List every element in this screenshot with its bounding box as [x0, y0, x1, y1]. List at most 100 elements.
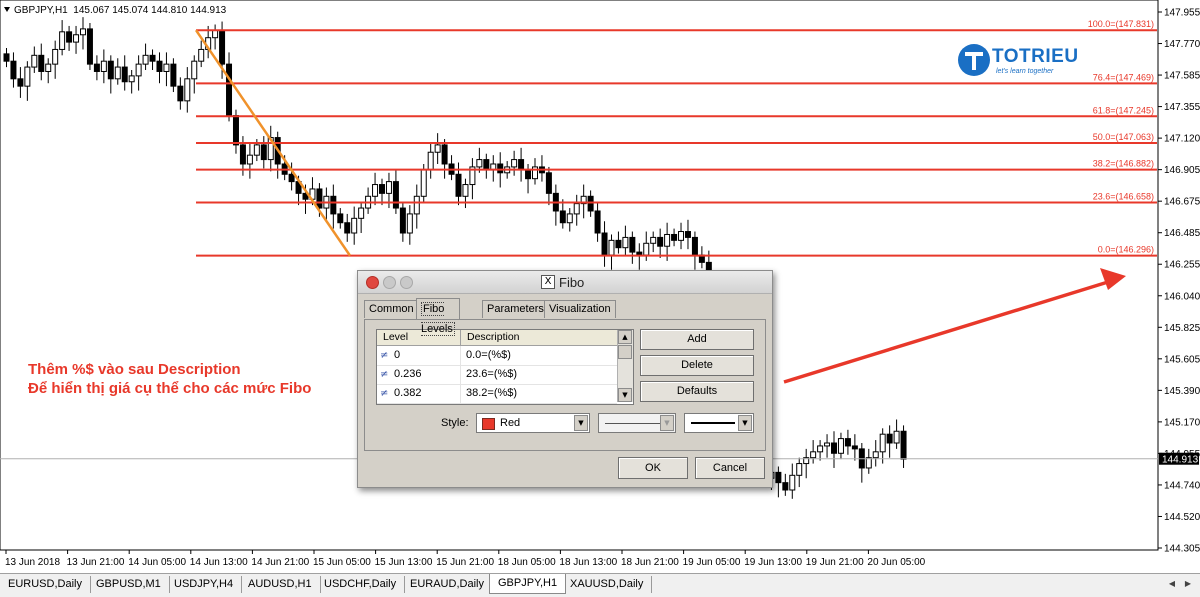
time-axis-label: 18 Jun 21:00: [621, 557, 679, 568]
maximize-window-button[interactable]: [400, 276, 413, 289]
fibo-level-label: 38.2=(146.882): [1093, 159, 1154, 169]
time-axis-label: 15 Jun 21:00: [436, 557, 494, 568]
logo-text: TOTRIEU: [992, 46, 1079, 67]
totrieu-logo: TOTRIEU let's learn together: [958, 44, 1078, 80]
scroll-down-icon[interactable]: ▼: [618, 388, 632, 402]
tab-common[interactable]: Common: [364, 300, 419, 318]
scroll-up-icon[interactable]: ▲: [618, 330, 632, 344]
fibo-level-label: 100.0=(147.831): [1088, 19, 1154, 29]
annotation-line-2: Để hiển thị giá cụ thể cho các mức Fibo: [28, 380, 312, 397]
style-label: Style:: [441, 417, 469, 429]
fibo-levels-list[interactable]: Level Description ≠ 0 0.0=(%$) ≠ 0.236 23.…: [376, 329, 634, 405]
line-width-sample: [691, 422, 735, 424]
chevron-down-icon[interactable]: ▼: [738, 415, 752, 431]
level-value: 0.236: [394, 368, 422, 380]
annotation-line-1: Thêm %$ vào sau Description: [28, 361, 241, 378]
fibo-app-icon: X: [541, 275, 555, 289]
time-axis-label: 18 Jun 05:00: [498, 557, 556, 568]
ok-button[interactable]: OK: [618, 457, 688, 479]
chart-tab-gbpjpy-h1[interactable]: GBPJPY,H1: [489, 574, 567, 594]
price-axis-label: 147.770: [1164, 39, 1200, 50]
level-description: 38.2=(%$): [466, 387, 518, 399]
price-axis-label: 145.605: [1164, 354, 1200, 365]
chart-tab-audusd-h1[interactable]: AUDUSD,H1: [240, 576, 321, 593]
price-axis-label: 144.305: [1164, 544, 1200, 555]
price-axis-label: 147.585: [1164, 71, 1200, 82]
tab-parameters[interactable]: Parameters: [482, 300, 549, 318]
chevron-down-icon[interactable]: ▼: [660, 415, 674, 431]
list-scrollbar[interactable]: ▲ ▼: [617, 330, 633, 402]
line-style-select[interactable]: ▼: [598, 413, 676, 433]
time-axis: 13 Jun 2018 13 Jun 21:00 14 Jun 05:00 14 Ju…: [5, 550, 926, 568]
chart-tab-usdjpy-h4[interactable]: USDJPY,H4: [166, 576, 243, 593]
chevron-down-icon[interactable]: ▼: [574, 415, 588, 431]
time-axis-label: 20 Jun 05:00: [867, 557, 925, 568]
fibo-level-label: 76.4=(147.469): [1093, 72, 1154, 82]
tab-fibo-levels[interactable]: Fibo Levels: [416, 298, 460, 336]
time-axis-label: 13 Jun 21:00: [67, 557, 125, 568]
column-description[interactable]: Description: [461, 330, 617, 345]
price-axis-label: 146.485: [1164, 228, 1200, 239]
chart-symbol: GBPJPY,H1: [14, 5, 68, 16]
chart-tab-usdchf-daily[interactable]: USDCHF,Daily: [316, 576, 406, 593]
level-icon: ≠: [380, 388, 389, 399]
minimize-window-button[interactable]: [383, 276, 396, 289]
logo-tagline: let's learn together: [996, 68, 1054, 75]
scroll-thumb[interactable]: [618, 345, 632, 359]
close-window-button[interactable]: [366, 276, 379, 289]
chart-tab-euraud-daily[interactable]: EURAUD,Daily: [402, 576, 493, 593]
price-axis-label: 147.120: [1164, 134, 1200, 145]
defaults-button[interactable]: Defaults: [640, 381, 754, 402]
chart-tab-xauusd-daily[interactable]: XAUUSD,Daily: [562, 576, 653, 593]
dialog-titlebar[interactable]: X Fibo: [358, 271, 772, 294]
fibo-level-label: 50.0=(147.063): [1093, 132, 1154, 142]
fibo-dialog: X Fibo Common Fibo Levels Parameters Vis…: [357, 270, 773, 488]
time-axis-label: 13 Jun 2018: [5, 557, 60, 568]
level-icon: ≠: [380, 369, 389, 380]
delete-button[interactable]: Delete: [640, 355, 754, 376]
level-value: 0.382: [394, 387, 422, 399]
style-color-name: Red: [500, 417, 521, 429]
price-axis-label: 146.675: [1164, 197, 1200, 208]
price-axis-label: 145.170: [1164, 417, 1200, 428]
logo-t-icon: [958, 44, 990, 76]
chart-tabs-bar: EURUSD,Daily GBPUSD,M1 USDJPY,H4 AUDUSD,…: [0, 573, 1200, 597]
list-item[interactable]: ≠ 0.236 23.6=(%$): [377, 365, 617, 385]
price-axis-label: 145.825: [1164, 323, 1200, 334]
chart-header: GBPJPY,H1 145.067 145.074 144.810 144.91…: [4, 5, 226, 16]
chart-menu-triangle-icon[interactable]: [4, 7, 10, 12]
list-header: Level Description: [377, 330, 617, 346]
time-axis-label: 14 Jun 21:00: [251, 557, 309, 568]
price-axis-label: 145.390: [1164, 386, 1200, 397]
price-axis-label: 144.740: [1164, 480, 1200, 491]
tab-visualization[interactable]: Visualization: [544, 300, 616, 318]
tab-fibo-levels-label: Fibo Levels: [421, 302, 455, 336]
candle: [86, 23, 93, 71]
cancel-button[interactable]: Cancel: [695, 457, 765, 479]
time-axis-label: 14 Jun 05:00: [128, 557, 186, 568]
price-axis-label: 147.955: [1164, 8, 1200, 19]
list-item[interactable]: ≠ 0 0.0=(%$): [377, 346, 617, 366]
chart-ohlc: 145.067 145.074 144.810 144.913: [73, 5, 227, 16]
time-axis-label: 15 Jun 05:00: [313, 557, 371, 568]
tabs-right-icon[interactable]: ▶: [1182, 577, 1194, 591]
style-color-select[interactable]: Red ▼: [476, 413, 590, 433]
time-axis-label: 18 Jun 13:00: [559, 557, 617, 568]
add-button[interactable]: Add: [640, 329, 754, 350]
time-axis-label: 14 Jun 13:00: [190, 557, 248, 568]
level-icon: ≠: [380, 350, 389, 361]
time-axis-label: 15 Jun 13:00: [375, 557, 433, 568]
chart-tab-gbpusd-m1[interactable]: GBPUSD,M1: [88, 576, 170, 593]
price-axis-label: 146.255: [1164, 260, 1200, 271]
level-description: 0.0=(%$): [466, 349, 511, 361]
chart-tab-eurusd-daily[interactable]: EURUSD,Daily: [0, 576, 91, 593]
fibo-level-label: 23.6=(146.658): [1093, 191, 1154, 201]
tabs-left-icon[interactable]: ◀: [1166, 577, 1178, 591]
color-swatch: [482, 418, 495, 430]
time-axis-label: 19 Jun 21:00: [806, 557, 864, 568]
line-width-select[interactable]: ▼: [684, 413, 754, 433]
time-axis-label: 19 Jun 13:00: [744, 557, 802, 568]
list-item[interactable]: ≠ 0.382 38.2=(%$): [377, 384, 617, 404]
level-value: 0: [394, 349, 401, 361]
level-description: 23.6=(%$): [466, 368, 518, 380]
